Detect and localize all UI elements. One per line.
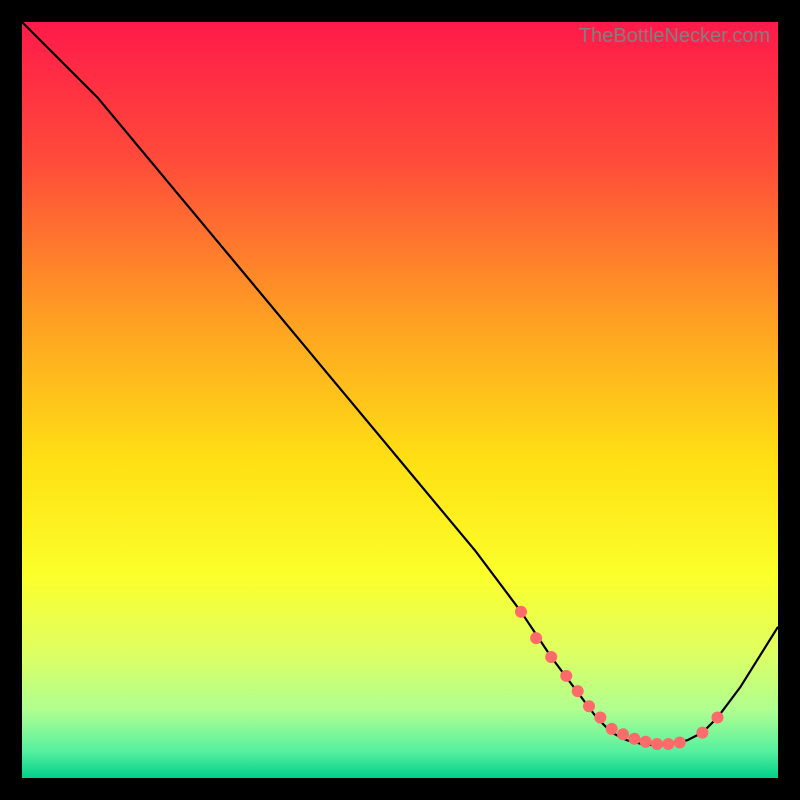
highlight-dot bbox=[628, 733, 640, 745]
highlight-dot bbox=[640, 736, 652, 748]
highlight-dot bbox=[545, 651, 557, 663]
highlight-dot bbox=[583, 700, 595, 712]
highlight-dot bbox=[674, 737, 686, 749]
highlight-dot bbox=[606, 723, 618, 735]
chart-frame: TheBottleNecker.com bbox=[0, 0, 800, 800]
watermark-label: TheBottleNecker.com bbox=[579, 25, 770, 48]
plot-area: TheBottleNecker.com bbox=[22, 22, 778, 778]
highlight-dot bbox=[515, 606, 527, 618]
highlight-dot bbox=[696, 727, 708, 739]
highlight-dot bbox=[712, 712, 724, 724]
highlight-dot bbox=[662, 738, 674, 750]
chart-canvas bbox=[22, 22, 778, 778]
highlight-dot bbox=[530, 632, 542, 644]
highlight-dot bbox=[617, 728, 629, 740]
highlight-dot bbox=[572, 685, 584, 697]
gradient-background bbox=[22, 22, 778, 778]
highlight-dot bbox=[594, 712, 606, 724]
highlight-dot bbox=[651, 738, 663, 750]
highlight-dot bbox=[560, 670, 572, 682]
